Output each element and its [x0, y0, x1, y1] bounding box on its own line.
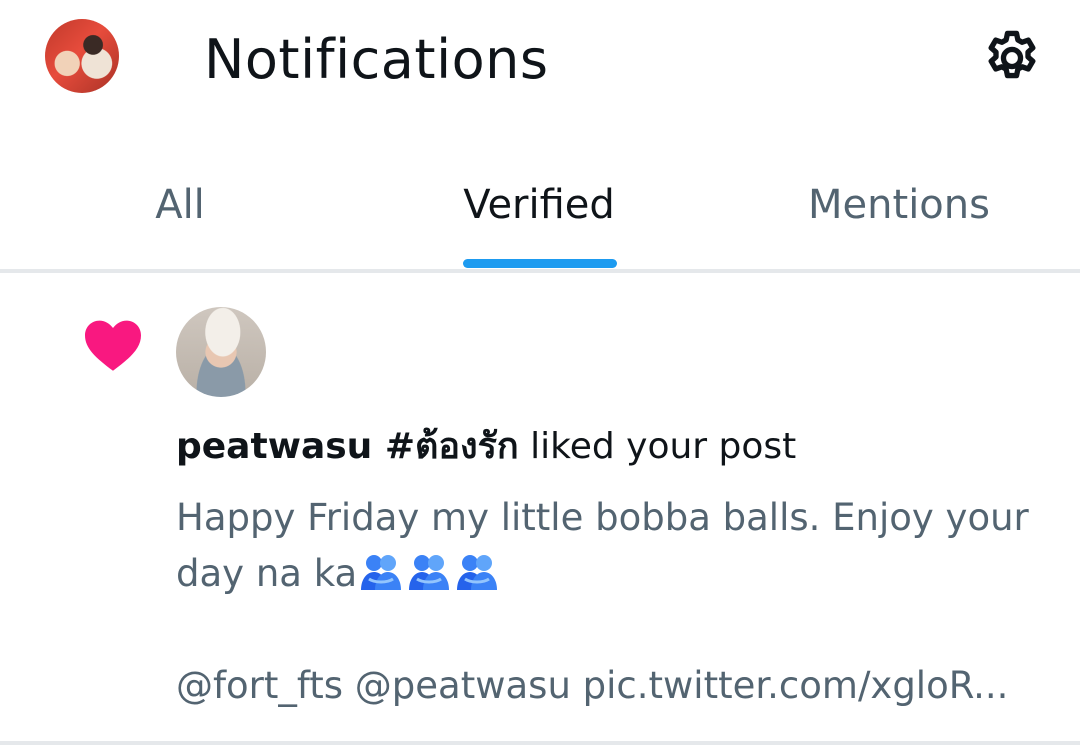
- liker-avatar[interactable]: [176, 307, 266, 397]
- notification-action: liked your post: [518, 426, 797, 467]
- tab-all[interactable]: All: [155, 180, 205, 230]
- tab-bar: All Verified Mentions: [0, 170, 1080, 270]
- post-text-line: Happy Friday my little bobba balls. Enjo…: [176, 496, 1041, 595]
- gear-icon[interactable]: [980, 26, 1044, 90]
- header: Notifications: [0, 0, 1080, 118]
- emoji-group: [359, 552, 499, 592]
- post-text: Happy Friday my little bobba balls. Enjo…: [176, 490, 1056, 714]
- heart-icon: [85, 320, 141, 371]
- active-tab-indicator: [463, 259, 617, 268]
- divider: [0, 741, 1080, 745]
- people-hugging-icon: [457, 555, 498, 590]
- page-title: Notifications: [204, 28, 549, 91]
- tab-mentions[interactable]: Mentions: [808, 180, 990, 230]
- profile-avatar[interactable]: [45, 19, 119, 93]
- tab-verified[interactable]: Verified: [463, 180, 615, 230]
- people-hugging-icon: [409, 555, 450, 590]
- notification-headline: peatwasu #ต้องรัก liked your post: [176, 423, 796, 471]
- post-mentions: @fort_fts @peatwasu pic.twitter.com/xglo…: [176, 664, 1009, 707]
- people-hugging-icon: [361, 555, 402, 590]
- user-name[interactable]: peatwasu #ต้องรัก: [176, 426, 519, 467]
